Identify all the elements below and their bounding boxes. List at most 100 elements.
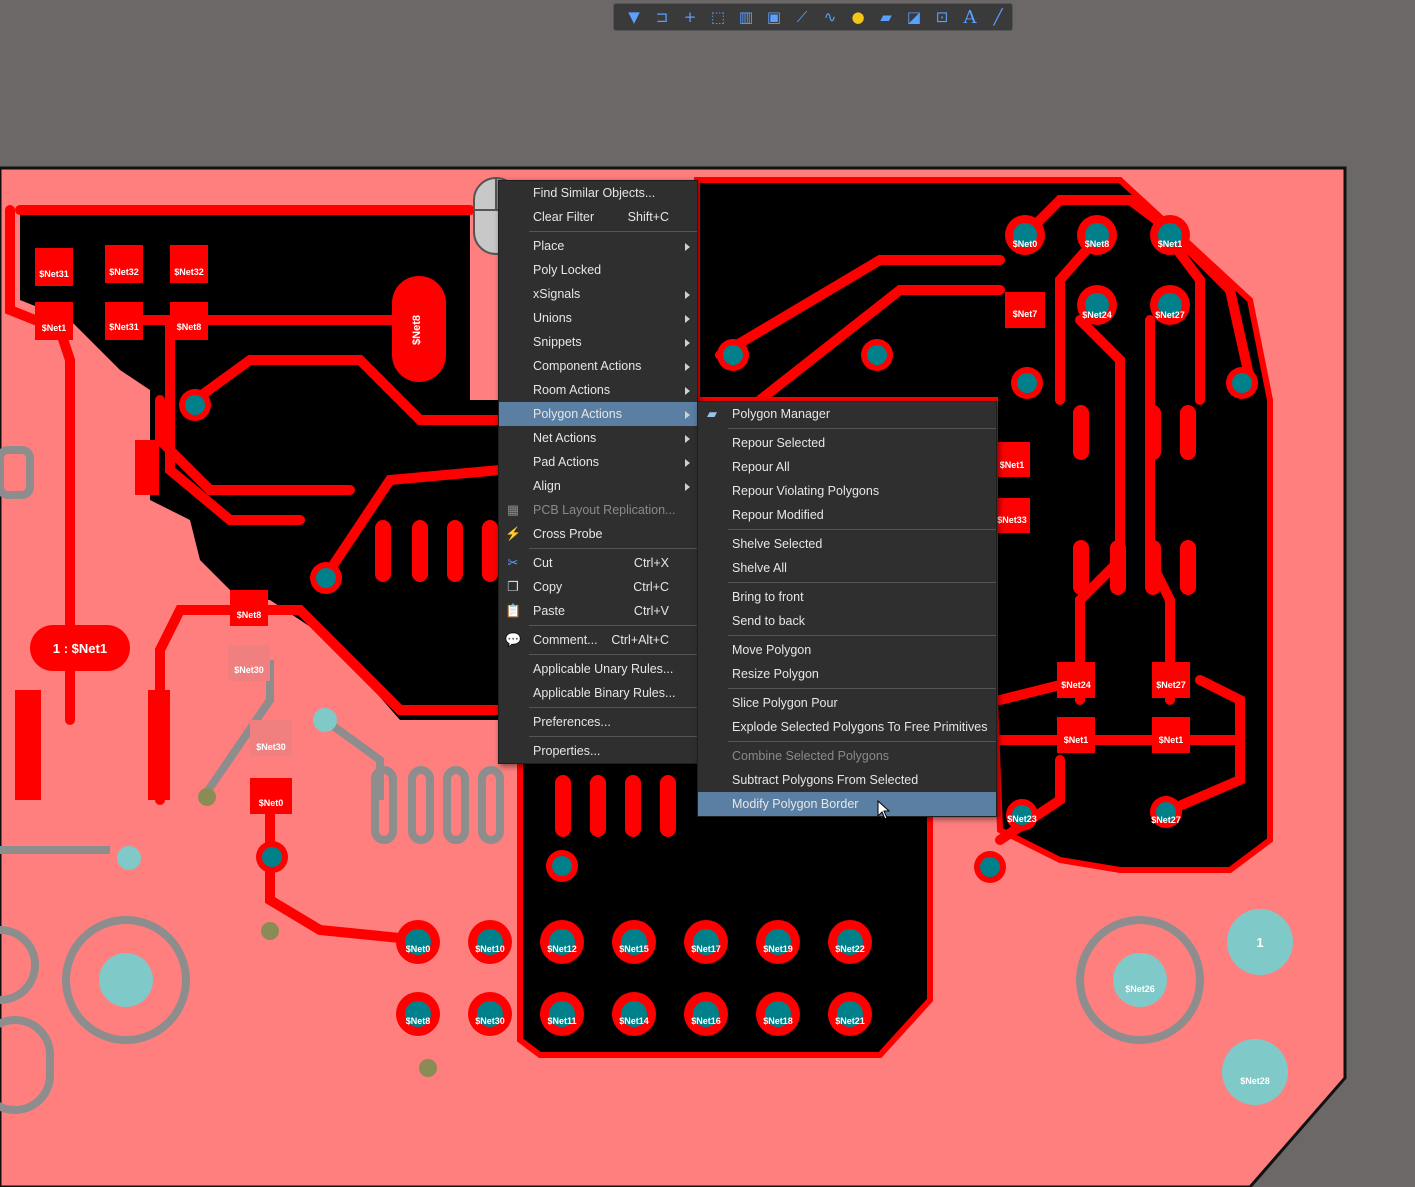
svg-text:$Net8: $Net8 — [1085, 239, 1110, 249]
menu-repour-all[interactable]: Repour All — [698, 455, 996, 479]
pad-label: $Net1 — [1159, 735, 1184, 745]
component-icon[interactable]: ▣ — [760, 5, 788, 29]
svg-text:$Net10: $Net10 — [475, 944, 505, 954]
svg-text:$Net21: $Net21 — [835, 1016, 865, 1026]
pad-label: $Net31 — [109, 322, 139, 332]
pad-label: $Net30 — [256, 742, 286, 752]
menu-subtract-polygons[interactable]: Subtract Polygons From Selected — [698, 768, 996, 792]
menu-slice-polygon[interactable]: Slice Polygon Pour — [698, 691, 996, 715]
menu-net-actions[interactable]: Net Actions — [499, 426, 697, 450]
menu-repour-selected[interactable]: Repour Selected — [698, 431, 996, 455]
menu-properties[interactable]: Properties... — [499, 739, 697, 763]
pad-label: $Net30 — [234, 665, 264, 675]
pad-label: $Net0 — [259, 798, 284, 808]
region-icon[interactable]: ◪ — [900, 5, 928, 29]
menu-unary-rules[interactable]: Applicable Unary Rules... — [499, 657, 697, 681]
select-rect-icon[interactable]: ⬚ — [704, 5, 732, 29]
polygon-fill-icon[interactable]: ▰ — [872, 5, 900, 29]
big-pad-label: 1 : $Net1 — [53, 641, 107, 656]
menu-send-to-back[interactable]: Send to back — [698, 609, 996, 633]
pad-label: $Net31 — [39, 269, 69, 279]
interactive-route-icon[interactable]: ∿ — [816, 5, 844, 29]
pad-label: $Net1 — [1000, 460, 1025, 470]
copy-icon: ❐ — [507, 579, 519, 594]
menu-copy[interactable]: ❐ Copy Ctrl+C — [499, 575, 697, 599]
menu-find-similar[interactable]: Find Similar Objects... — [499, 181, 697, 205]
pad-label: $Net32 — [109, 267, 139, 277]
pad-label: $Net32 — [174, 267, 204, 277]
track-icon[interactable]: ⟋ — [788, 5, 816, 29]
menu-explode-polygons[interactable]: Explode Selected Polygons To Free Primit… — [698, 715, 996, 739]
replication-icon: ▦ — [506, 502, 520, 517]
svg-text:$Net15: $Net15 — [619, 944, 649, 954]
bar-graph-icon[interactable]: ▥ — [732, 5, 760, 29]
crosshair-icon[interactable]: + — [676, 5, 704, 29]
text-icon[interactable]: A — [956, 5, 984, 29]
menu-xsignals[interactable]: xSignals — [499, 282, 697, 306]
menu-move-polygon[interactable]: Move Polygon — [698, 638, 996, 662]
pad-label: $Net1 — [42, 323, 67, 333]
paste-icon: 📋 — [505, 603, 522, 618]
menu-repour-violating[interactable]: Repour Violating Polygons — [698, 479, 996, 503]
svg-text:$Net12: $Net12 — [547, 944, 577, 954]
svg-text:$Net27: $Net27 — [1155, 310, 1185, 320]
pad-label: $Net8 — [177, 322, 202, 332]
dimension-icon[interactable]: ⊡ — [928, 5, 956, 29]
route-icon[interactable]: ⊐ — [648, 5, 676, 29]
svg-text:$Net18: $Net18 — [763, 1016, 793, 1026]
scissors-icon: ✂ — [507, 555, 519, 570]
pad-label: $Net27 — [1156, 680, 1186, 690]
svg-text:$Net0: $Net0 — [1013, 239, 1038, 249]
pad-label: $Net8 — [237, 610, 262, 620]
mouse-pointer-icon — [877, 800, 891, 820]
polygon-manager-icon: ▰ — [707, 406, 717, 421]
menu-pcb-layout-replication: ▦ PCB Layout Replication... — [506, 502, 676, 517]
menu-paste[interactable]: 📋 Paste Ctrl+V — [499, 599, 697, 623]
pad-label: $Net24 — [1061, 680, 1091, 690]
menu-poly-locked[interactable]: Poly Locked — [499, 258, 697, 282]
svg-text:$Net16: $Net16 — [691, 1016, 721, 1026]
menu-cross-probe[interactable]: ⚡ Cross Probe — [499, 522, 697, 546]
submenu-arrow-icon — [685, 435, 690, 443]
menu-room-actions[interactable]: Room Actions — [499, 378, 697, 402]
submenu-arrow-icon — [685, 363, 690, 371]
menu-place[interactable]: Place — [499, 234, 697, 258]
menu-binary-rules[interactable]: Applicable Binary Rules... — [499, 681, 697, 705]
menu-clear-filter[interactable]: Clear Filter Shift+C — [499, 205, 697, 229]
menu-pad-actions[interactable]: Pad Actions — [499, 450, 697, 474]
menu-preferences[interactable]: Preferences... — [499, 710, 697, 734]
menu-shelve-all[interactable]: Shelve All — [698, 556, 996, 580]
hint-icon[interactable]: ● — [844, 5, 872, 29]
svg-text:$Net17: $Net17 — [691, 944, 721, 954]
menu-unions[interactable]: Unions — [499, 306, 697, 330]
menu-repour-modified[interactable]: Repour Modified — [698, 503, 996, 527]
svg-text:$Net1: $Net1 — [1158, 239, 1183, 249]
svg-text:$Net8: $Net8 — [411, 315, 423, 345]
submenu-arrow-icon — [685, 291, 690, 299]
submenu-arrow-icon — [685, 483, 690, 491]
pad-label: $Net1 — [1064, 735, 1089, 745]
menu-modify-polygon-border[interactable]: Modify Polygon Border — [698, 792, 996, 816]
polygon-actions-submenu: ▰ Polygon Manager Repour Selected Repour … — [697, 401, 997, 817]
menu-align[interactable]: Align — [499, 474, 697, 498]
svg-text:$Net8: $Net8 — [406, 1016, 431, 1026]
svg-text:$Net22: $Net22 — [835, 944, 865, 954]
pad-label: $Net7 — [1013, 309, 1038, 319]
menu-comment[interactable]: 💬 Comment... Ctrl+Alt+C — [499, 628, 697, 652]
menu-component-actions[interactable]: Component Actions — [499, 354, 697, 378]
line-icon[interactable]: ╱ — [984, 5, 1012, 29]
svg-text:$Net28: $Net28 — [1240, 1076, 1270, 1086]
menu-shelve-selected[interactable]: Shelve Selected — [698, 532, 996, 556]
menu-bring-to-front[interactable]: Bring to front — [698, 585, 996, 609]
svg-text:$Net26: $Net26 — [1125, 984, 1155, 994]
submenu-arrow-icon — [685, 339, 690, 347]
menu-cut[interactable]: ✂ Cut Ctrl+X — [499, 551, 697, 575]
pcb-toolbar: ▼ ⊐ + ⬚ ▥ ▣ ⟋ ∿ ● ▰ ◪ ⊡ A ╱ — [613, 3, 1013, 31]
pad-label: $Net33 — [997, 515, 1027, 525]
svg-text:$Net30: $Net30 — [475, 1016, 505, 1026]
menu-polygon-actions[interactable]: Polygon Actions — [499, 402, 697, 426]
menu-resize-polygon[interactable]: Resize Polygon — [698, 662, 996, 686]
menu-polygon-manager[interactable]: ▰ Polygon Manager — [698, 402, 996, 426]
menu-snippets[interactable]: Snippets — [499, 330, 697, 354]
filter-icon[interactable]: ▼ — [620, 5, 648, 29]
